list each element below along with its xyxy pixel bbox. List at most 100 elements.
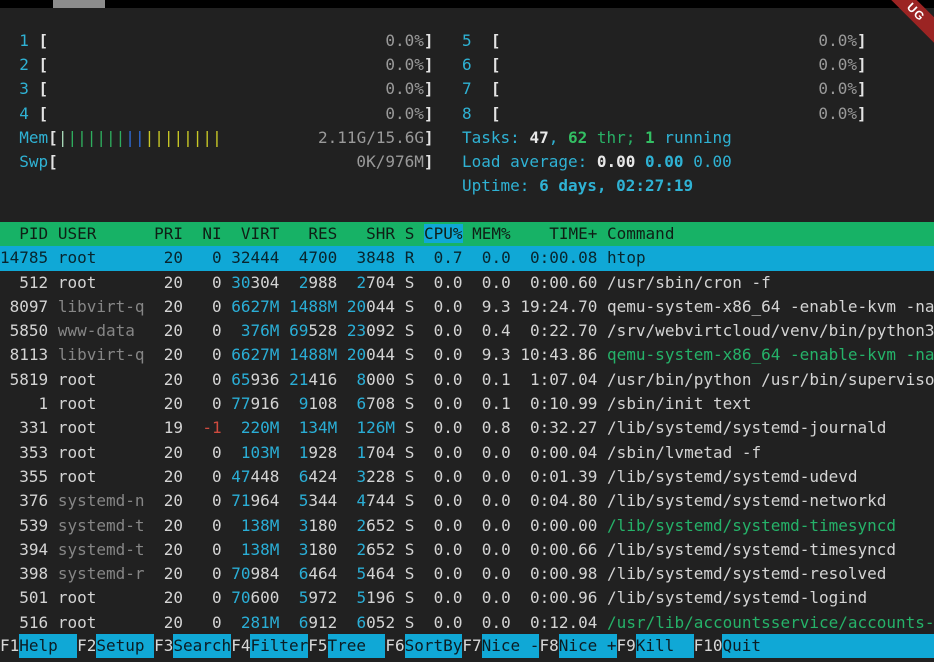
process-row-398[interactable]: 398 systemd-r 20 0 70984 6464 5464 S 0.0… <box>0 562 934 586</box>
mem-value-low: 464 <box>308 564 337 583</box>
process-row-331[interactable]: 331 root 19 -1 220M 134M 126M S 0.0 0.8 … <box>0 416 934 440</box>
cell-command: /lib/systemd/systemd-timesyncd <box>607 540 896 559</box>
mem-value-low: 180 <box>308 540 337 559</box>
mem-value-low: 652 <box>366 540 395 559</box>
column-header-res[interactable]: RES <box>289 224 337 243</box>
mem-value-high: 77 <box>231 394 250 413</box>
cpu-meter-6: 6 [ 0.0%] <box>462 53 867 77</box>
mem-value-low: 304 <box>251 273 280 292</box>
meter-open-bracket: [ <box>472 104 501 123</box>
fkey-setup[interactable]: Setup <box>96 634 154 658</box>
fkey-search[interactable]: Search <box>173 634 231 658</box>
process-row-355[interactable]: 355 root 20 0 47448 6424 3228 S 0.0 0.0 … <box>0 465 934 489</box>
meter-close-bracket: ] <box>857 55 867 74</box>
tasks-label: Tasks: <box>462 128 529 147</box>
mem-value-low: 416 <box>308 370 337 389</box>
column-header-cpu[interactable]: CPU% <box>424 224 463 243</box>
cpu-meter-8: 8 [ 0.0%] <box>462 102 867 126</box>
process-row-8097[interactable]: 8097 libvirt-q 20 0 6627M 1488M 20044 S … <box>0 295 934 319</box>
mem-value-high: 8 <box>357 370 367 389</box>
process-row-353[interactable]: 353 root 20 0 103M 1928 1704 S 0.0 0.0 0… <box>0 441 934 465</box>
fkey-sortby[interactable]: SortBy <box>405 634 463 658</box>
cell-command: htop <box>607 248 646 267</box>
fkey-help[interactable]: Help <box>19 634 77 658</box>
cell-time: 19:24.70 <box>520 297 597 316</box>
fkey-number-f4: F4 <box>231 634 250 658</box>
memory-usage-bar: | <box>174 128 184 147</box>
memory-usage-bar: | <box>58 128 68 147</box>
cell-time: 0:00.98 <box>520 564 597 583</box>
memory-usage-bar: | <box>96 128 106 147</box>
mem-value-high: 4 <box>357 491 367 510</box>
cell-user: systemd-n <box>58 491 145 510</box>
cpu-meter-id: 2 <box>0 55 29 74</box>
column-header-mem[interactable]: MEM% <box>472 224 511 243</box>
column-header-pid[interactable]: PID <box>0 224 48 243</box>
process-row-394[interactable]: 394 systemd-t 20 0 138M 3180 2652 S 0.0 … <box>0 538 934 562</box>
process-row-5850[interactable]: 5850 www-data 20 0 376M 69528 23092 S 0.… <box>0 319 934 343</box>
cell-command: /sbin/init text <box>607 394 752 413</box>
fkey-quit[interactable]: Quit <box>722 634 934 658</box>
cell-user: libvirt-q <box>58 345 145 364</box>
mem-value-high: 6 <box>299 467 309 486</box>
mem-value-high: 30 <box>231 273 250 292</box>
process-row-14785[interactable]: 14785 root 20 0 32444 4700 3848 R 0.7 0.… <box>0 246 934 270</box>
fkey-nice-minus[interactable]: Nice - <box>482 634 540 658</box>
cell-priority: 20 <box>154 491 183 510</box>
mem-value-high: 6627M <box>231 345 279 364</box>
uptime-label: Uptime: <box>462 176 539 195</box>
cell-pid: 353 <box>0 443 48 462</box>
process-table: 14785 root 20 0 32444 4700 3848 R 0.7 0.… <box>0 246 934 635</box>
cell-mem-percent: 0.4 <box>472 321 511 340</box>
column-header-command[interactable]: Command <box>607 224 674 243</box>
column-header-ni[interactable]: NI <box>193 224 222 243</box>
column-header-time[interactable]: TIME+ <box>520 224 597 243</box>
cell-priority: 20 <box>154 273 183 292</box>
process-row-539[interactable]: 539 systemd-t 20 0 138M 3180 2652 S 0.0 … <box>0 514 934 538</box>
cell-cpu-percent: 0.7 <box>424 248 463 267</box>
process-row-5819[interactable]: 5819 root 20 0 65936 21416 8000 S 0.0 0.… <box>0 368 934 392</box>
fkey-tree[interactable]: Tree <box>328 634 386 658</box>
process-row-516[interactable]: 516 root 20 0 281M 6912 6052 S 0.0 0.0 0… <box>0 611 934 635</box>
mem-value-high: 138M <box>241 540 280 559</box>
mem-value-low: 928 <box>308 443 337 462</box>
process-row-512[interactable]: 512 root 20 0 30304 2988 2704 S 0.0 0.0 … <box>0 271 934 295</box>
column-header-user[interactable]: USER <box>58 224 145 243</box>
mem-value-low: 964 <box>251 491 280 510</box>
cell-mem-percent: 0.8 <box>472 418 511 437</box>
column-header-shr[interactable]: SHR <box>347 224 395 243</box>
cell-user: www-data <box>58 321 145 340</box>
threads-count: 62 <box>568 128 587 147</box>
meter-open-bracket: [ <box>48 128 58 147</box>
corner-ribbon: UG <box>870 0 934 64</box>
cell-command: /srv/webvirtcloud/venv/bin/python3 <box>607 321 934 340</box>
cell-time: 0:00.04 <box>520 443 597 462</box>
column-header-pri[interactable]: PRI <box>154 224 183 243</box>
cell-cpu-percent: 0.0 <box>424 418 463 437</box>
cpu-meter-id: 1 <box>0 31 29 50</box>
cpu-meter-id: 3 <box>0 79 29 98</box>
process-row-1[interactable]: 1 root 20 0 77916 9108 6708 S 0.0 0.1 0:… <box>0 392 934 416</box>
process-row-501[interactable]: 501 root 20 0 70600 5972 5196 S 0.0 0.0 … <box>0 586 934 610</box>
fkey-kill[interactable]: Kill <box>636 634 694 658</box>
cell-state: S <box>405 588 415 607</box>
cell-user: root <box>58 418 145 437</box>
fkey-filter[interactable]: Filter <box>250 634 308 658</box>
mem-value-high: 5 <box>299 491 309 510</box>
uptime: Uptime: 6 days, 02:27:19 <box>462 174 867 198</box>
cpu-meter-7: 7 [ 0.0%] <box>462 77 867 101</box>
cell-priority: 20 <box>154 540 183 559</box>
column-header-virt[interactable]: VIRT <box>231 224 279 243</box>
mem-value-high: 9 <box>299 394 309 413</box>
cell-pid: 539 <box>0 516 48 535</box>
cell-time: 0:32.27 <box>520 418 597 437</box>
memory-usage-bar: | <box>125 128 135 147</box>
column-header-s[interactable]: S <box>405 224 415 243</box>
process-row-376[interactable]: 376 systemd-n 20 0 71964 5344 4744 S 0.0… <box>0 489 934 513</box>
process-row-8113[interactable]: 8113 libvirt-q 20 0 6627M 1488M 20044 S … <box>0 343 934 367</box>
cell-priority: 20 <box>154 467 183 486</box>
fkey-number-f8: F8 <box>539 634 558 658</box>
fkey-nice-plus[interactable]: Nice + <box>559 634 617 658</box>
mem-value-high: 5 <box>299 588 309 607</box>
window-top-strip <box>0 0 934 8</box>
